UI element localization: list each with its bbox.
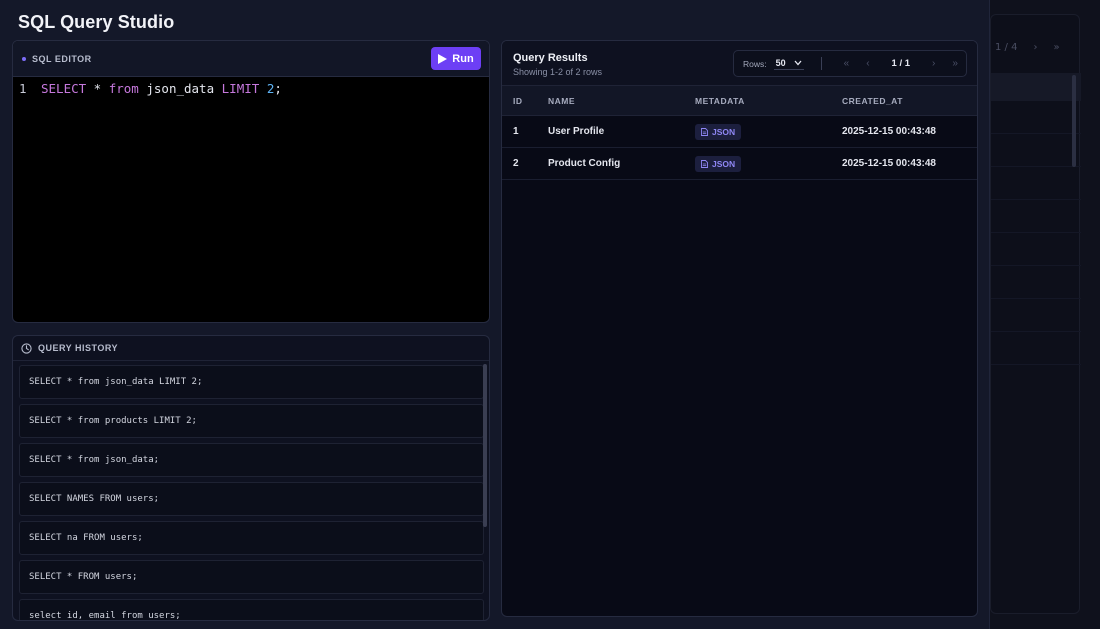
query-results-header: Query Results Showing 1-2 of 2 rows Rows… xyxy=(502,41,977,86)
query-history-header: QUERY HISTORY xyxy=(13,336,489,361)
pagination-bar: Rows: 50 « ‹ 1 / 1 › » xyxy=(733,50,967,77)
history-scrollbar[interactable] xyxy=(483,364,487,527)
cell-name: Product Config xyxy=(548,158,621,169)
cell-metadata: JSON xyxy=(695,123,842,140)
history-item[interactable]: SELECT * FROM users; xyxy=(19,560,484,594)
history-item[interactable]: SELECT * from json_data LIMIT 2; xyxy=(19,365,484,399)
sql-editor-label: SQL EDITOR xyxy=(32,53,92,64)
query-history-label: QUERY HISTORY xyxy=(38,343,119,353)
page-indicator: 1 / 1 xyxy=(891,58,911,69)
code-star: * xyxy=(86,81,109,96)
cell-id: 2 xyxy=(513,158,519,169)
prev-page-button[interactable]: ‹ xyxy=(857,58,879,69)
background-row xyxy=(991,101,1081,134)
background-row xyxy=(991,134,1081,167)
clock-icon xyxy=(21,342,32,354)
code-table-name: json_data xyxy=(138,81,222,96)
chevron-down-icon xyxy=(794,60,802,65)
column-header-name[interactable]: NAME xyxy=(548,96,695,106)
table-row[interactable]: 1 User Profile JSON 2025-12-15 00:43:48 xyxy=(502,116,977,148)
query-results-panel: Query Results Showing 1-2 of 2 rows Rows… xyxy=(501,40,978,617)
sql-editor-panel: SQL EDITOR Run 1 SELECT * from json_data… xyxy=(12,40,490,323)
code-keyword-from: from xyxy=(108,81,139,96)
next-page-button[interactable]: › xyxy=(923,58,945,69)
background-row xyxy=(991,167,1081,200)
table-header-row: ID NAME METADATA CREATED_AT xyxy=(502,86,977,116)
background-row xyxy=(991,233,1081,266)
background-row xyxy=(991,266,1081,299)
code-keyword-select: SELECT xyxy=(41,81,87,96)
history-item[interactable]: SELECT * from products LIMIT 2; xyxy=(19,404,484,438)
query-results-title: Query Results xyxy=(513,52,588,64)
json-badge[interactable]: JSON xyxy=(695,123,742,140)
last-page-button[interactable]: » xyxy=(944,58,966,69)
rows-per-page-value: 50 xyxy=(775,57,786,68)
cell-created-at: 2025-12-15 00:43:48 xyxy=(842,126,936,137)
rows-label: Rows: xyxy=(743,58,767,69)
history-item[interactable]: SELECT * from json_data; xyxy=(19,443,484,477)
sql-editor-header: SQL EDITOR Run xyxy=(13,41,489,77)
json-badge-label: JSON xyxy=(712,158,736,169)
query-results-subtitle: Showing 1-2 of 2 rows xyxy=(513,67,603,77)
line-number: 1 xyxy=(19,81,27,96)
json-badge-label: JSON xyxy=(712,126,736,137)
column-header-created-at[interactable]: CREATED_AT xyxy=(842,96,977,106)
cell-metadata: JSON xyxy=(695,155,842,172)
background-row xyxy=(991,332,1081,365)
cell-created-at: 2025-12-15 00:43:48 xyxy=(842,158,936,169)
column-header-id[interactable]: ID xyxy=(502,96,548,106)
file-icon xyxy=(701,127,708,136)
background-page-text: 1 / 4 xyxy=(995,42,1018,53)
run-button-label: Run xyxy=(452,52,474,65)
run-button[interactable]: Run xyxy=(431,47,481,70)
cell-id: 1 xyxy=(513,126,519,137)
status-dot-icon xyxy=(22,56,26,61)
query-history-panel: QUERY HISTORY SELECT * from json_data LI… xyxy=(12,335,490,621)
background-scrollbar[interactable] xyxy=(1072,75,1076,167)
json-badge[interactable]: JSON xyxy=(695,155,742,172)
rows-per-page-select[interactable]: 50 xyxy=(773,57,804,70)
first-page-button[interactable]: « xyxy=(836,58,858,69)
play-icon xyxy=(438,53,448,64)
history-item[interactable]: select id, email from users; xyxy=(19,599,484,620)
query-history-list: SELECT * from json_data LIMIT 2; SELECT … xyxy=(19,365,484,620)
sql-studio-modal: SQL Query Studio SQL EDITOR Run 1 SELECT… xyxy=(0,0,990,629)
background-next-button[interactable]: › xyxy=(1033,42,1037,53)
code-text: SELECT * from json_data LIMIT 2; xyxy=(41,81,282,96)
background-table-header xyxy=(991,73,1081,101)
background-pager: 1 / 4 › » xyxy=(995,42,1060,53)
file-icon xyxy=(701,159,708,168)
background-table-rows xyxy=(991,101,1081,365)
pager-divider xyxy=(820,57,822,70)
results-table: ID NAME METADATA CREATED_AT 1 User Profi… xyxy=(502,86,977,180)
cell-name: User Profile xyxy=(548,126,605,137)
background-row xyxy=(991,200,1081,233)
code-semicolon: ; xyxy=(274,81,282,96)
code-keyword-limit: LIMIT xyxy=(221,81,260,96)
background-app: 1 / 4 › » xyxy=(990,0,1100,629)
code-editor[interactable]: 1 SELECT * from json_data LIMIT 2; xyxy=(13,77,489,96)
column-header-metadata[interactable]: METADATA xyxy=(695,96,842,106)
background-row xyxy=(991,299,1081,332)
page-title: SQL Query Studio xyxy=(18,12,175,32)
background-table-panel: 1 / 4 › » xyxy=(990,14,1081,614)
history-item[interactable]: SELECT NAMES FROM users; xyxy=(19,482,484,516)
table-row[interactable]: 2 Product Config JSON 2025-12-15 00:43:4… xyxy=(502,148,977,180)
history-item[interactable]: SELECT na FROM users; xyxy=(19,521,484,555)
background-last-button[interactable]: » xyxy=(1053,42,1059,53)
